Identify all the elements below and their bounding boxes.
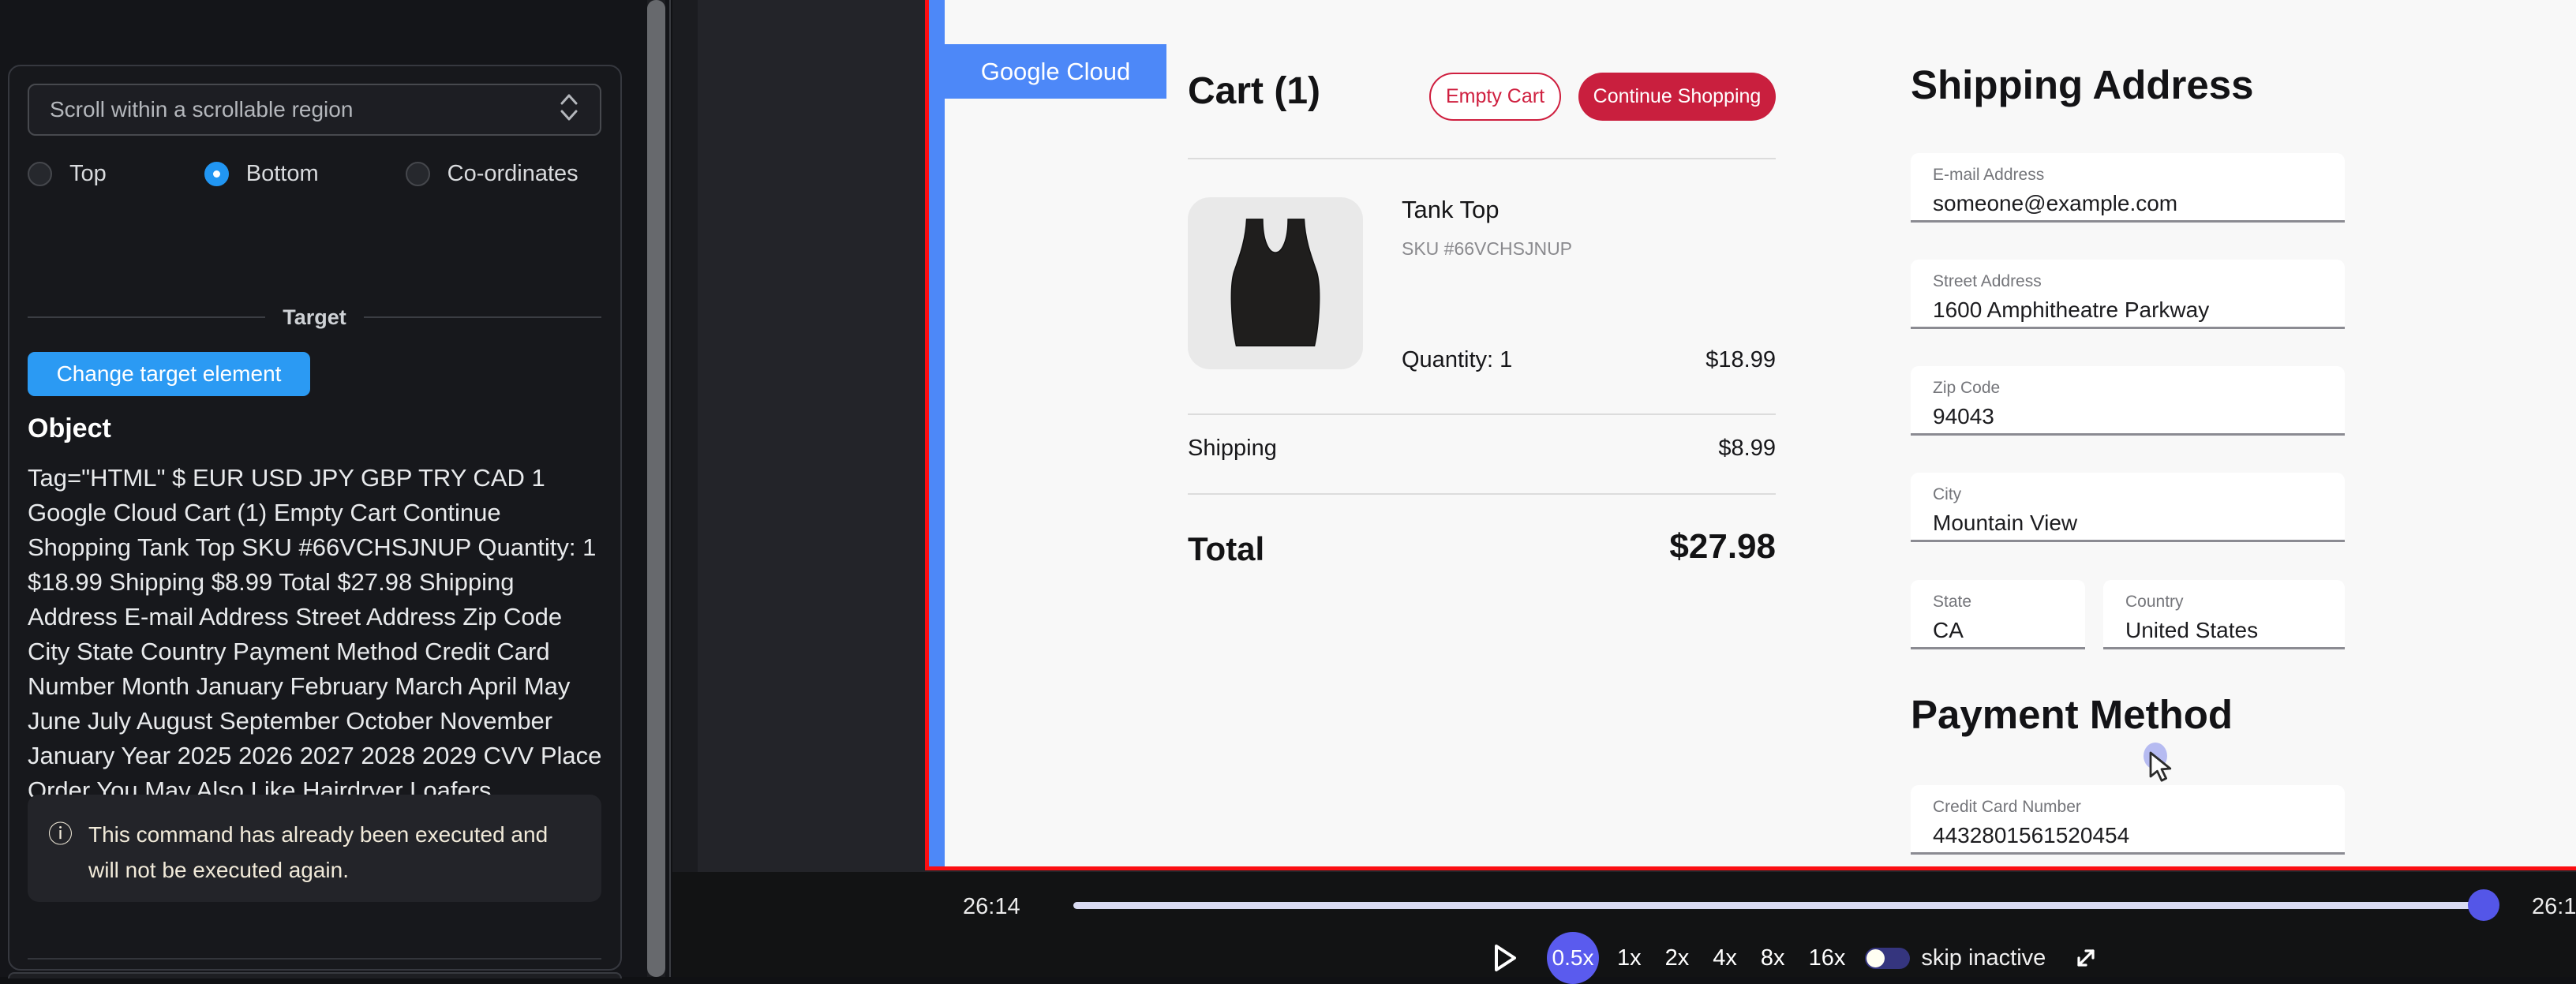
product-price: $18.99 <box>1705 347 1776 373</box>
fullscreen-button[interactable] <box>2072 945 2099 971</box>
info-icon: ⓘ <box>48 817 73 880</box>
radio-coordinates[interactable] <box>406 162 430 186</box>
speed-2x-button[interactable]: 2x <box>1665 945 1690 971</box>
credit-card-field[interactable]: Credit Card Number 4432801561520454 <box>1911 785 2345 855</box>
mouse-cursor <box>2149 751 2176 787</box>
street-value: 1600 Amphitheatre Parkway <box>1933 297 2345 323</box>
divider-line <box>364 316 601 318</box>
command-type-value: Scroll within a scrollable region <box>50 97 353 122</box>
radio-top[interactable] <box>28 162 52 186</box>
product-quantity: Quantity: 1 <box>1402 347 1512 373</box>
select-chevrons-icon <box>559 92 579 129</box>
city-label: City <box>1933 485 2345 504</box>
street-label: Street Address <box>1933 272 2345 291</box>
command-panel: Scroll within a scrollable region Top Bo… <box>8 65 622 971</box>
shipping-cost-label: Shipping <box>1188 436 1277 462</box>
replay-viewer: Cart (1) Empty Cart Continue Shopping Ta… <box>672 0 2576 872</box>
shipping-cost-value: $8.99 <box>1718 436 1776 462</box>
shipping-address-heading: Shipping Address <box>1911 62 2253 108</box>
zip-value: 94043 <box>1933 404 2345 429</box>
state-label: State <box>1933 593 2085 612</box>
zip-field[interactable]: Zip Code 94043 <box>1911 366 2345 436</box>
current-time: 26:14 <box>963 894 1020 920</box>
total-label: Total <box>1188 530 1264 568</box>
divider <box>1188 493 1776 495</box>
speed-16x-button[interactable]: 16x <box>1809 945 1846 971</box>
street-field[interactable]: Street Address 1600 Amphitheatre Parkway <box>1911 260 2345 329</box>
replay-player-bar: 26:14 26:1 0.5x 1x 2x 4x 8x 16x skip ina… <box>672 872 2576 977</box>
target-section-divider: Target <box>28 303 601 331</box>
notice-banner: ⓘ This command has already been executed… <box>28 795 601 902</box>
scroll-position-radios: Top Bottom Co-ordinates <box>28 156 601 191</box>
product-image <box>1188 197 1363 369</box>
city-field[interactable]: City Mountain View <box>1911 473 2345 542</box>
payment-method-heading: Payment Method <box>1911 691 2233 738</box>
timeline-knob[interactable] <box>2468 889 2499 921</box>
notice-text: This command has already been executed a… <box>88 817 581 880</box>
element-highlight-tag: Google Cloud <box>945 44 1166 99</box>
divider <box>1188 158 1776 159</box>
divider <box>1188 413 1776 415</box>
toggle-knob <box>1866 949 1885 967</box>
sidebar-scrollbar[interactable] <box>647 0 665 977</box>
scrollbar-thumb[interactable] <box>647 0 665 977</box>
target-section-label: Target <box>265 305 364 330</box>
panel-divider <box>28 958 601 960</box>
speed-4x-button[interactable]: 4x <box>1713 945 1737 971</box>
radio-bottom[interactable] <box>204 162 229 186</box>
country-value: United States <box>2125 618 2345 643</box>
skip-inactive-label: skip inactive <box>1921 945 2046 971</box>
zip-label: Zip Code <box>1933 379 2345 398</box>
viewer-gutter <box>672 0 698 872</box>
country-field[interactable]: Country United States <box>2103 580 2345 649</box>
product-sku: SKU #66VCHSJNUP <box>1402 238 1572 260</box>
next-panel-top-edge <box>8 972 622 978</box>
speed-1x-button[interactable]: 1x <box>1617 945 1642 971</box>
state-field[interactable]: State CA <box>1911 580 2085 649</box>
element-highlight-bar <box>929 0 945 866</box>
credit-card-label: Credit Card Number <box>1933 798 2345 817</box>
playback-controls: 0.5x 1x 2x 4x 8x 16x skip inactive <box>1493 940 2099 976</box>
checkout-form-section: Shipping Address E-mail Address someone@… <box>1911 0 2345 866</box>
product-name: Tank Top <box>1402 196 1500 224</box>
play-button[interactable] <box>1493 943 1518 973</box>
object-heading: Object <box>28 413 111 444</box>
country-label: Country <box>2125 593 2345 612</box>
radio-coordinates-label: Co-ordinates <box>447 161 578 187</box>
radio-top-label: Top <box>69 161 107 187</box>
timeline-track[interactable] <box>1073 902 2486 909</box>
credit-card-value: 4432801561520454 <box>1933 823 2345 848</box>
radio-bottom-label: Bottom <box>246 161 319 187</box>
tank-top-illustration <box>1216 215 1335 353</box>
divider-line <box>28 316 265 318</box>
command-type-select[interactable]: Scroll within a scrollable region <box>28 84 601 136</box>
email-value: someone@example.com <box>1933 191 2345 216</box>
speed-8x-button[interactable]: 8x <box>1761 945 1785 971</box>
cart-section: Cart (1) Empty Cart Continue Shopping Ta… <box>1188 0 1776 866</box>
replayed-webpage: Cart (1) Empty Cart Continue Shopping Ta… <box>945 0 2576 866</box>
speed-0_5x-button[interactable]: 0.5x <box>1547 932 1599 984</box>
command-sidebar: Scroll within a scrollable region Top Bo… <box>0 0 671 977</box>
state-value: CA <box>1933 618 2085 643</box>
empty-cart-button[interactable]: Empty Cart <box>1429 73 1561 121</box>
expand-icon <box>2072 945 2099 971</box>
skip-inactive-toggle[interactable] <box>1865 948 1910 969</box>
city-value: Mountain View <box>1933 511 2345 536</box>
change-target-button[interactable]: Change target element <box>28 352 310 396</box>
end-time: 26:1 <box>2532 894 2576 920</box>
total-value: $27.98 <box>1669 527 1776 567</box>
email-field[interactable]: E-mail Address someone@example.com <box>1911 153 2345 223</box>
play-icon <box>1493 943 1518 973</box>
email-label: E-mail Address <box>1933 166 2345 185</box>
continue-shopping-button[interactable]: Continue Shopping <box>1578 73 1776 121</box>
cart-title: Cart (1) <box>1188 69 1320 113</box>
